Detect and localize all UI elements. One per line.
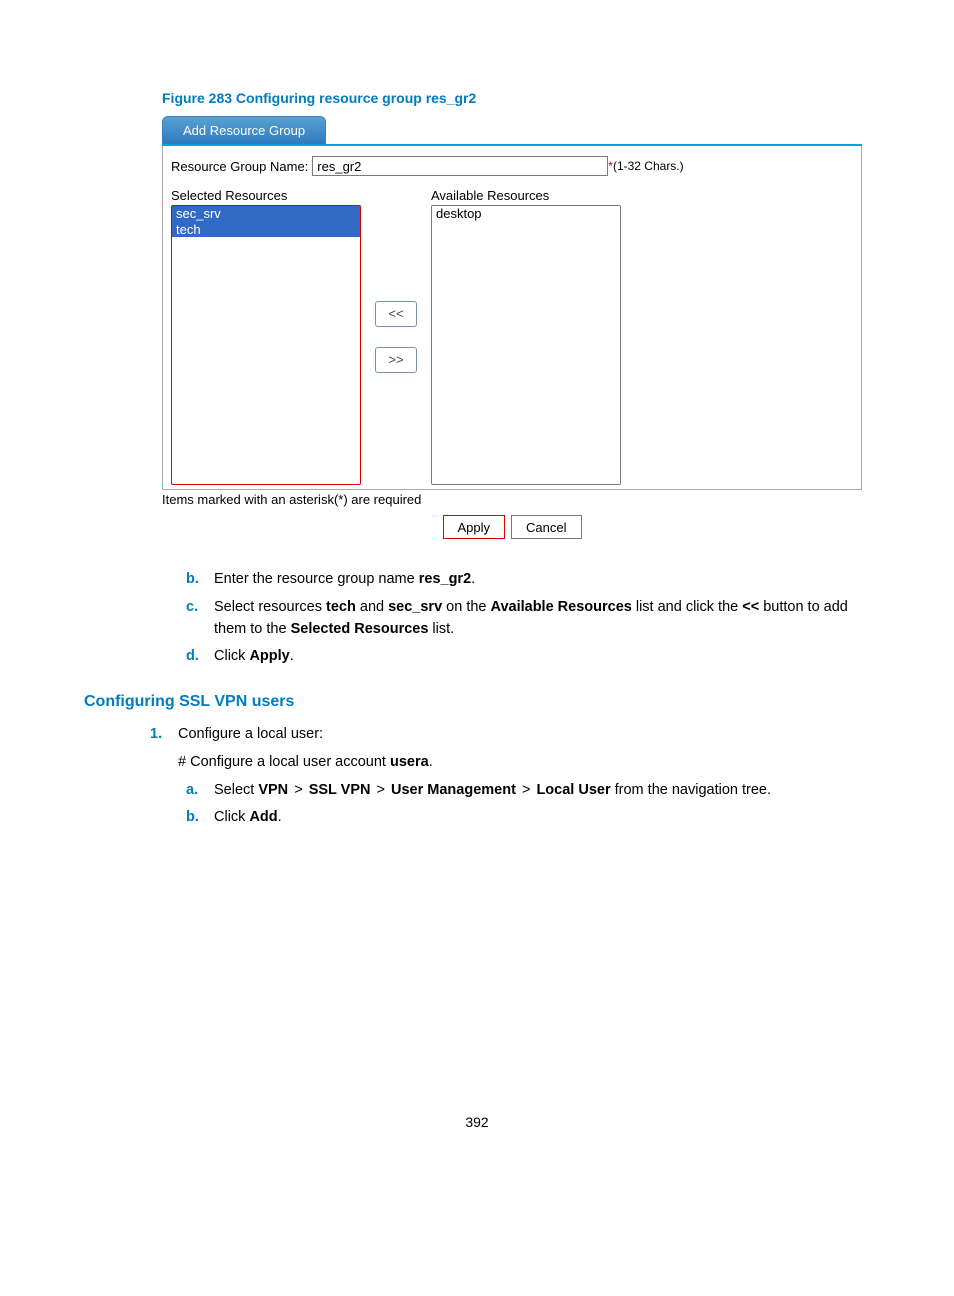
chars-hint: *(1-32 Chars.) [608,159,683,173]
resource-group-name-input[interactable] [312,156,608,176]
text: Configure a local user: [178,726,323,742]
step-d: d. Click Apply. [214,646,870,668]
breadcrumb-separator: > [516,782,537,798]
bold: tech [326,599,356,615]
bold: Add [249,809,277,825]
step-marker: b. [186,569,199,591]
text: Enter the resource group name [214,571,419,587]
apply-button[interactable]: Apply [443,515,506,539]
step-marker: c. [186,597,198,619]
text: and [356,599,388,615]
text: list and click the [632,599,742,615]
move-left-button[interactable]: << [375,301,417,327]
mover-column: << >> [361,188,431,485]
bold: VPN [258,782,288,798]
breadcrumb-separator: > [288,782,309,798]
comment-line: # Configure a local user account usera. [178,752,870,774]
text: . [471,571,475,587]
screenshot-panel: Add Resource Group Resource Group Name: … [162,116,862,490]
step-marker: b. [186,807,199,829]
name-label: Resource Group Name: [171,159,308,174]
text: Click [214,809,249,825]
chars-hint-text: (1-32 Chars.) [613,159,684,173]
figure-caption: Figure 283 Configuring resource group re… [162,90,870,106]
step-marker: a. [186,780,198,802]
bold: User Management [391,782,516,798]
bold: sec_srv [388,599,442,615]
tab-row: Add Resource Group [162,116,862,146]
action-row: Apply Cancel [162,515,862,539]
text: . [278,809,282,825]
selected-column: Selected Resources sec_srv tech [171,188,361,485]
text: on the [442,599,490,615]
bold: Local User [536,782,610,798]
cancel-button[interactable]: Cancel [511,515,581,539]
required-note: Items marked with an asterisk(*) are req… [162,492,870,507]
text: Select [214,782,258,798]
available-resources-list[interactable]: desktop [431,205,621,485]
lists-row: Selected Resources sec_srv tech << >> Av… [171,188,853,485]
document-body: b. Enter the resource group name res_gr2… [84,569,870,829]
selected-resources-label: Selected Resources [171,188,361,203]
bold: SSL VPN [309,782,371,798]
step-b: b. Enter the resource group name res_gr2… [214,569,870,591]
text: list. [428,621,454,637]
text: Click [214,648,249,664]
text: . [429,754,433,770]
page-number: 392 [0,1114,954,1130]
bold: res_gr2 [419,571,471,587]
heading-configuring-ssl-vpn-users: Configuring SSL VPN users [84,690,870,714]
text: . [290,648,294,664]
list-item[interactable]: sec_srv [172,206,360,222]
step-1: 1. Configure a local user: [178,724,870,746]
step-marker: 1. [150,724,162,746]
bold: usera [390,754,429,770]
name-row: Resource Group Name: *(1-32 Chars.) [171,156,853,176]
bold: Apply [249,648,289,664]
list-item[interactable]: desktop [432,206,620,222]
list-item[interactable]: tech [172,222,360,238]
bold: Selected Resources [291,621,429,637]
bold: Available Resources [491,599,632,615]
substep-b: b. Click Add. [214,807,870,829]
tab-add-resource-group[interactable]: Add Resource Group [162,116,326,144]
text: from the navigation tree. [611,782,771,798]
available-column: Available Resources desktop [431,188,621,485]
step-marker: d. [186,646,199,668]
substep-a: a. Select VPN > SSL VPN > User Managemen… [214,780,870,802]
bold: << [742,599,759,615]
available-resources-label: Available Resources [431,188,621,203]
selected-resources-list[interactable]: sec_srv tech [171,205,361,485]
text: Select resources [214,599,326,615]
breadcrumb-separator: > [370,782,391,798]
text: # Configure a local user account [178,754,390,770]
form-panel: Resource Group Name: *(1-32 Chars.) Sele… [162,146,862,490]
step-c: c. Select resources tech and sec_srv on … [214,597,870,641]
move-right-button[interactable]: >> [375,347,417,373]
